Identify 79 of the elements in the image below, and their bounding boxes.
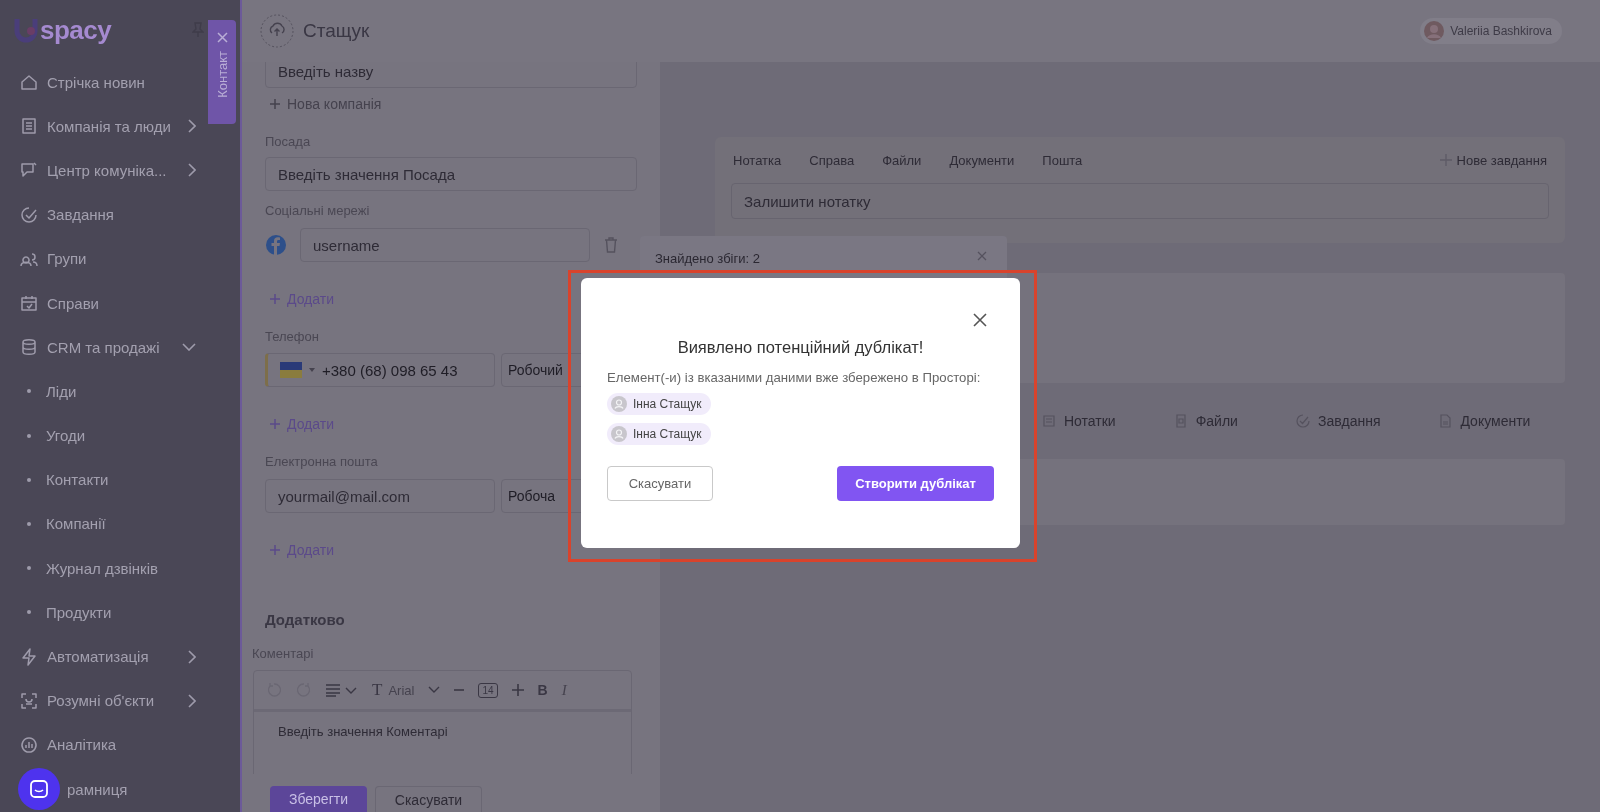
sidebar-item[interactable]: Журнал дзвінків — [0, 546, 206, 591]
dialog-message: Елемент(-и) із вказаними даними вже збережено в Просторі: — [607, 370, 982, 385]
record-tab[interactable]: Документи — [1438, 413, 1531, 429]
company-field[interactable]: Введіть назву — [265, 62, 637, 88]
plus-icon — [269, 293, 281, 305]
new-task-link[interactable]: Нове завдання — [1439, 152, 1547, 168]
menu-item-icon — [19, 646, 39, 667]
record-tab[interactable]: Нотатки — [1042, 413, 1116, 429]
logo-icon — [14, 17, 38, 43]
record-title: Стащук — [303, 20, 370, 42]
plus-icon — [269, 418, 281, 430]
contact-tab[interactable]: Контакт — [208, 20, 236, 124]
sidebar-item[interactable]: Аналітика — [0, 722, 206, 767]
contact-chip[interactable]: Інна Стащук — [607, 423, 711, 445]
sidebar-item[interactable]: Стрічка новин — [0, 60, 206, 105]
phone-field[interactable]: +380 (68) 098 65 43 — [265, 353, 495, 387]
create-duplicate-button[interactable]: Створити дублікат — [837, 466, 994, 501]
sidebar-item[interactable]: Угоди — [0, 413, 206, 458]
bold-icon[interactable]: B — [537, 682, 548, 698]
menu-item-icon — [19, 734, 39, 755]
sidebar-item[interactable]: Компанії — [0, 501, 206, 547]
font-icon[interactable]: T — [372, 680, 383, 700]
trash-icon[interactable] — [604, 237, 618, 253]
font-size-field[interactable]: 14 — [478, 682, 498, 698]
menu-item-icon — [19, 72, 39, 93]
sidebar-item[interactable]: Контакти — [0, 457, 206, 502]
avatar-icon — [611, 396, 627, 412]
menu-item-icon — [19, 690, 39, 711]
logo-text[interactable]: spacy — [40, 14, 112, 46]
email-field[interactable]: yourmail@mail.com — [265, 479, 495, 513]
tab-icon — [1295, 414, 1310, 428]
sidebar-item[interactable]: Справи — [0, 280, 206, 326]
menu-item-icon — [19, 204, 39, 225]
editor-placeholder: Введіть значення Коментарі — [278, 724, 448, 739]
section-heading: Додатково — [265, 611, 346, 630]
plus-icon — [269, 98, 281, 110]
activity-tab[interactable]: Файли — [882, 152, 922, 168]
matches-title: Знайдено збіги: 2 — [655, 251, 760, 266]
sidebar-item[interactable]: Розумні об'єкти — [0, 678, 206, 723]
username-field[interactable]: username — [300, 228, 590, 262]
activity-tab[interactable]: Справа — [809, 152, 855, 168]
plus-icon[interactable] — [511, 684, 524, 696]
note-field[interactable]: Залишити нотатку — [731, 183, 1549, 219]
save-button[interactable]: Зберегти — [270, 786, 367, 812]
avatar-icon — [1424, 21, 1445, 41]
caret-icon — [309, 368, 315, 372]
avatar-icon — [611, 426, 627, 442]
record-tab[interactable]: Файли — [1173, 413, 1238, 429]
sidebar-item[interactable]: Завдання — [0, 192, 206, 237]
cancel-button[interactable]: Скасувати — [375, 786, 482, 812]
menu-item-icon — [19, 337, 39, 358]
flag-icon — [280, 362, 302, 378]
menu-item-icon — [19, 293, 39, 314]
contact-chip[interactable]: Інна Стащук — [607, 393, 711, 415]
cancel-button[interactable]: Скасувати — [607, 466, 713, 501]
chevron-down-icon[interactable] — [428, 686, 441, 694]
align-icon[interactable] — [326, 683, 358, 697]
close-icon[interactable] — [973, 313, 987, 327]
position-field[interactable]: Введіть значення Посада — [265, 157, 637, 191]
sidebar-item[interactable]: CRM та продажі — [0, 325, 206, 370]
facebook-icon — [266, 235, 286, 255]
sidebar-item[interactable]: рамниця — [0, 767, 206, 812]
sidebar-item[interactable]: Групи — [0, 236, 206, 281]
dialog-title: Виявлено потенційний дублікат! — [676, 338, 925, 357]
record-tab[interactable]: Завдання — [1295, 413, 1381, 429]
user-chip[interactable]: Valeriia Bashkirova — [1420, 18, 1562, 44]
sidebar-item[interactable]: Ліди — [0, 369, 206, 414]
sidebar-item[interactable]: Компанія та люди — [0, 104, 206, 149]
upload-icon[interactable] — [259, 13, 295, 49]
sidebar-item[interactable]: Продукти — [0, 590, 206, 635]
chat-icon — [29, 779, 49, 799]
activity-tab[interactable]: Документи — [949, 152, 1015, 168]
tab-icon — [1438, 414, 1453, 428]
sidebar-item[interactable]: Автоматизація — [0, 634, 206, 679]
sidebar-item[interactable]: Центр комуніка... — [0, 148, 206, 193]
activity-tab[interactable]: Нотатка — [733, 152, 782, 168]
menu-item-icon — [19, 116, 39, 137]
plus-icon — [269, 544, 281, 556]
activity-tab[interactable]: Пошта — [1042, 152, 1083, 168]
